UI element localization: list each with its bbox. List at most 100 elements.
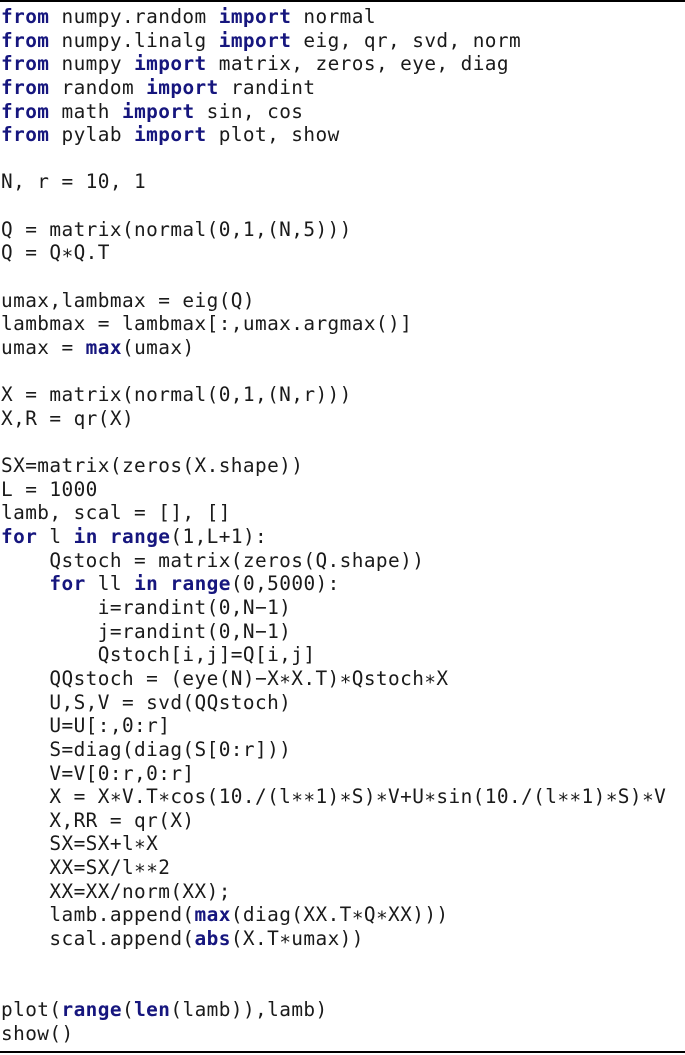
code-text: umax = xyxy=(1,335,86,359)
code-keyword: from xyxy=(1,75,50,99)
code-text: (X.T∗umax)) xyxy=(230,926,364,950)
code-text: pylab xyxy=(49,123,135,147)
code-text: Q = Q∗Q.T xyxy=(1,241,110,265)
code-line: X,RR = qr(X) xyxy=(1,809,666,833)
code-line: i=randint(0,N−1) xyxy=(1,596,666,620)
code-text: (lamb)),lamb) xyxy=(170,997,328,1021)
code-text: normal xyxy=(291,5,376,28)
code-line: SX=matrix(zeros(X.shape)) xyxy=(1,454,666,478)
code-line: umax = max(umax) xyxy=(1,336,666,360)
code-keyword: from xyxy=(1,5,50,28)
code-text: ll xyxy=(85,572,135,596)
code-line: X = matrix(normal(0,1,(N,r))) xyxy=(1,383,666,407)
code-text: X = X∗V.T∗cos(10./(l∗∗1)∗S)∗V+U∗sin(10./… xyxy=(1,785,667,809)
code-line: umax,lambmax = eig(Q) xyxy=(1,289,666,313)
code-line: show() xyxy=(1,1022,666,1046)
code-keyword: import xyxy=(134,123,207,147)
code-text: lambmax = lambmax[:,umax.argmax()] xyxy=(1,312,413,336)
code-line: U,S,V = svd(QQstoch) xyxy=(1,691,666,715)
code-text: random xyxy=(49,75,147,99)
code-text: L = 1000 xyxy=(1,477,98,501)
code-keyword: from xyxy=(1,52,50,76)
code-text: randint xyxy=(218,75,316,99)
code-line: Qstoch[i,j]=Q[i,j] xyxy=(1,643,666,667)
blank-line: ​ xyxy=(1,194,666,218)
code-line: V=V[0:r,0:r] xyxy=(1,762,666,786)
code-listing: from numpy.random import normal from nump… xyxy=(0,0,685,1055)
blank-line: ​ xyxy=(1,951,666,975)
top-rule xyxy=(0,0,685,2)
code-text: X,R = qr(X) xyxy=(1,406,135,430)
code-text: scal.append( xyxy=(1,926,195,950)
bottom-rule xyxy=(0,1051,685,1053)
code-text: numpy.random xyxy=(49,5,219,28)
code-text: V=V[0:r,0:r] xyxy=(1,761,195,785)
code-keyword: max xyxy=(85,335,122,359)
code-keyword: range xyxy=(109,525,171,549)
code-text: U,S,V = svd(QQstoch) xyxy=(1,690,292,714)
code-line: from numpy.linalg import eig, qr, svd, n… xyxy=(1,29,666,53)
code-text: (diag(XX.T∗Q∗XX))) xyxy=(230,903,449,927)
code-keyword: range xyxy=(61,997,122,1021)
code-line: Q = matrix(normal(0,1,(N,5))) xyxy=(1,218,666,242)
code-line: lamb.append(max(diag(XX.T∗Q∗XX))) xyxy=(1,903,666,927)
code-line: S=diag(diag(S[0:r])) xyxy=(1,738,666,762)
code-line: for l in range(1,L+1): xyxy=(1,525,666,549)
code-text: plot, show xyxy=(206,123,340,147)
code-text: X,RR = qr(X) xyxy=(1,808,195,832)
blank-line: ​ xyxy=(1,360,666,384)
code-keyword: import xyxy=(218,28,292,52)
code-line: X = X∗V.T∗cos(10./(l∗∗1)∗S)∗V+U∗sin(10./… xyxy=(1,785,666,809)
code-keyword: import xyxy=(146,75,219,99)
code-text: eig, qr, svd, norm xyxy=(291,28,522,52)
code-line: plot(range(len(lamb)),lamb) xyxy=(1,998,666,1022)
code-line: from math import sin, cos xyxy=(1,100,666,124)
code-line: Q = Q∗Q.T xyxy=(1,241,666,265)
code-keyword: max xyxy=(194,903,231,927)
code-text: j=randint(0,N−1) xyxy=(1,619,292,643)
code-line: from random import randint xyxy=(1,76,666,100)
code-line: XX=SX/l∗∗2 xyxy=(1,856,666,880)
code-text: Q = matrix(normal(0,1,(N,5))) xyxy=(1,217,352,241)
code-keyword: from xyxy=(1,99,50,123)
code-keyword: import xyxy=(121,99,195,123)
code-text: U=U[:,0:r] xyxy=(1,714,171,738)
code-line: from pylab import plot, show xyxy=(1,123,666,147)
code-text: numpy.linalg xyxy=(49,28,219,52)
code-text: (1,L+1): xyxy=(170,525,268,549)
code-line: L = 1000 xyxy=(1,478,666,502)
code-keyword: abs xyxy=(194,926,231,950)
code-text: math xyxy=(49,99,122,123)
code-text: numpy xyxy=(49,52,135,76)
code-line: SX=SX+l∗X xyxy=(1,832,666,856)
code-line: QQstoch = (eye(N)−X∗X.T)∗Qstoch∗X xyxy=(1,667,666,691)
code-text: N, r = 10, 1 xyxy=(1,170,147,194)
code-keyword: for xyxy=(1,525,38,549)
code-keyword: from xyxy=(1,123,50,147)
code-line: from numpy import matrix, zeros, eye, di… xyxy=(1,52,666,76)
code-line: XX=XX/norm(XX); xyxy=(1,880,666,904)
code-text: sin, cos xyxy=(194,99,304,123)
code-text: matrix, zeros, eye, diag xyxy=(206,52,509,76)
code-text: Qstoch = matrix(zeros(Q.shape)) xyxy=(1,548,425,572)
code-keyword: len xyxy=(134,997,171,1021)
code-text: umax,lambmax = eig(Q) xyxy=(1,288,255,312)
code-line: from numpy.random import normal xyxy=(1,5,666,29)
code-line: lamb, scal = [], [] xyxy=(1,501,666,525)
code-text: X = matrix(normal(0,1,(N,r))) xyxy=(1,383,352,407)
code-line: scal.append(abs(X.T∗umax)) xyxy=(1,927,666,951)
code-text: show() xyxy=(1,1021,74,1045)
code-line: N, r = 10, 1 xyxy=(1,170,666,194)
blank-line: ​ xyxy=(1,147,666,171)
code-line: Qstoch = matrix(zeros(Q.shape)) xyxy=(1,549,666,573)
code-keyword: range xyxy=(170,572,231,596)
code-keyword: in xyxy=(73,525,98,549)
blank-line: ​ xyxy=(1,265,666,289)
code-text: SX=SX+l∗X xyxy=(1,832,159,856)
code-line: j=randint(0,N−1) xyxy=(1,620,666,644)
code-text: (umax) xyxy=(121,335,195,359)
blank-line: ​ xyxy=(1,431,666,455)
